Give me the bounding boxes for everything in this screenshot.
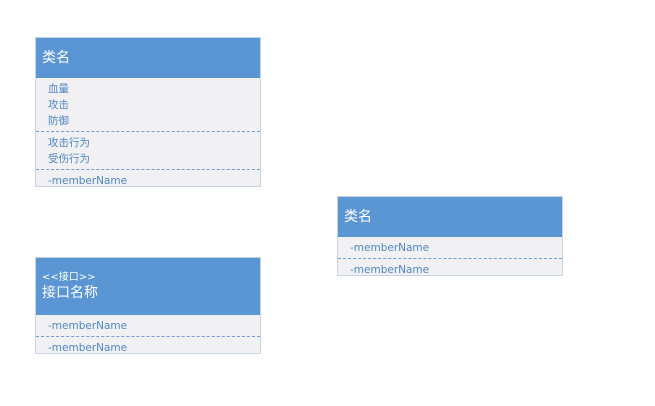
methods-section: 攻击行为 受伤行为: [36, 131, 260, 169]
class-box-1: 类名 血量 攻击 防御 攻击行为 受伤行为 -memberName: [35, 37, 261, 187]
attribute-item: 血量: [48, 83, 69, 95]
member-item: -memberName: [350, 242, 430, 254]
attribute-item: 防御: [48, 115, 69, 127]
interface-title: 接口名称: [42, 285, 98, 301]
member-item: -memberName: [48, 320, 128, 332]
member-item: -memberName: [48, 175, 128, 187]
member-item: -memberName: [48, 342, 128, 354]
interface-box: <<接口>> 接口名称 -memberName -memberName: [35, 257, 261, 354]
class-box-2: 类名 -memberName -memberName: [337, 196, 563, 276]
class-title: 类名: [42, 50, 70, 66]
method-item: 攻击行为: [48, 137, 90, 149]
interface-header: <<接口>> 接口名称: [36, 258, 260, 315]
class-header: 类名: [36, 38, 260, 78]
class-title: 类名: [344, 209, 372, 225]
members-section: -memberName: [36, 315, 260, 336]
stereotype-label: <<接口>>: [42, 272, 96, 283]
member-item: -memberName: [350, 264, 430, 276]
members-section: -memberName: [36, 169, 260, 191]
method-item: 受伤行为: [48, 153, 90, 165]
attribute-item: 攻击: [48, 99, 69, 111]
members-section: -memberName: [36, 336, 260, 358]
class-header: 类名: [338, 197, 562, 237]
members-section: -memberName: [338, 258, 562, 280]
members-section: -memberName: [338, 237, 562, 258]
attributes-section: 血量 攻击 防御: [36, 78, 260, 131]
